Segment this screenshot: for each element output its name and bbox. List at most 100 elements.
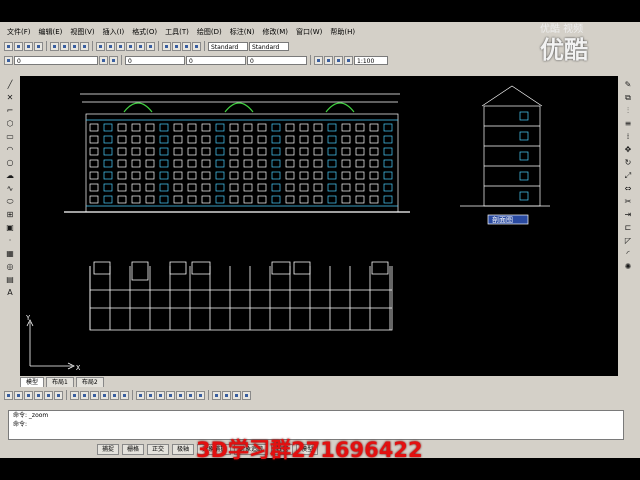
erase-icon[interactable]: ✎ [623, 80, 633, 90]
layer-off-icon[interactable] [176, 390, 185, 400]
aligned-dim-icon[interactable] [14, 390, 23, 400]
command-prompt-line[interactable]: 命令: [9, 420, 623, 429]
spline-icon[interactable]: ∿ [5, 184, 15, 194]
diameter-dim-icon[interactable] [44, 390, 53, 400]
grid-toggle[interactable]: 栅格 [122, 443, 145, 455]
rotate-icon[interactable]: ↻ [623, 158, 633, 168]
linear-dim-icon[interactable] [4, 390, 13, 400]
paste-icon[interactable] [70, 41, 79, 51]
break-icon[interactable]: ⊏ [623, 223, 633, 233]
menu-insert[interactable]: 插入(I) [100, 27, 128, 37]
print-icon[interactable] [34, 41, 43, 51]
ucs-icon[interactable] [314, 55, 323, 65]
move-icon[interactable]: ✥ [623, 145, 633, 155]
chamfer-icon[interactable]: ◸ [623, 236, 633, 246]
mtext-icon[interactable]: A [5, 288, 15, 298]
line-icon[interactable]: ╱ [5, 80, 15, 90]
layer-combo[interactable]: 0 [14, 55, 98, 65]
menu-view[interactable]: 视图(V) [67, 27, 97, 37]
mirror-icon[interactable]: ⫶ [623, 106, 633, 116]
menu-window[interactable]: 窗口(W) [293, 27, 325, 37]
menu-dimension[interactable]: 标注(N) [227, 27, 258, 37]
polygon-icon[interactable]: ⬡ [5, 119, 15, 129]
copy-object-icon[interactable]: ⧉ [623, 93, 633, 103]
make-current-layer-icon[interactable] [99, 55, 108, 65]
copy-icon[interactable] [60, 41, 69, 51]
polyline-icon[interactable]: ⌐ [5, 106, 15, 116]
pan-icon[interactable] [116, 41, 125, 51]
dim-update-icon[interactable] [156, 390, 165, 400]
center-mark-icon[interactable] [120, 390, 129, 400]
hatch-edit-icon[interactable] [166, 390, 175, 400]
quick-dim-icon[interactable] [70, 390, 79, 400]
zoom-window-icon[interactable] [136, 41, 145, 51]
ucs-world-icon[interactable] [324, 55, 333, 65]
fillet-icon[interactable]: ◜ [623, 249, 633, 259]
menu-edit[interactable]: 编辑(E) [36, 27, 66, 37]
stretch-icon[interactable]: ⇔ [623, 184, 633, 194]
view-front-icon[interactable] [344, 55, 353, 65]
layer-previous-icon[interactable] [109, 55, 118, 65]
match-properties-icon[interactable] [80, 41, 89, 51]
tab-layout1[interactable]: 布局1 [46, 377, 74, 387]
zoom-realtime-icon[interactable] [126, 41, 135, 51]
area-icon[interactable] [222, 390, 231, 400]
redo-icon[interactable] [106, 41, 115, 51]
insert-block-icon[interactable]: ⊞ [5, 210, 15, 220]
region-icon[interactable]: ◎ [5, 262, 15, 272]
continue-dim-icon[interactable] [90, 390, 99, 400]
text-style-combo[interactable]: Standard [208, 41, 248, 51]
circle-icon[interactable]: ○ [5, 158, 15, 168]
dim-text-edit-icon[interactable] [146, 390, 155, 400]
menu-modify[interactable]: 修改(M) [259, 27, 291, 37]
tolerance-icon[interactable] [110, 390, 119, 400]
tab-model[interactable]: 模型 [20, 377, 45, 387]
radius-dim-icon[interactable] [34, 390, 43, 400]
trim-icon[interactable]: ✂ [623, 197, 633, 207]
menu-draw[interactable]: 绘图(D) [194, 27, 225, 37]
zoom-previous-icon[interactable] [146, 41, 155, 51]
revision-cloud-icon[interactable]: ☁ [5, 171, 15, 181]
save-icon[interactable] [24, 41, 33, 51]
rectangle-icon[interactable]: ▭ [5, 132, 15, 142]
cut-icon[interactable] [50, 41, 59, 51]
distance-icon[interactable] [212, 390, 221, 400]
view-top-icon[interactable] [334, 55, 343, 65]
layer-lock-icon[interactable] [196, 390, 205, 400]
make-block-icon[interactable]: ▣ [5, 223, 15, 233]
drawing-canvas[interactable]: 剖面图 Y X [20, 76, 618, 376]
ellipse-icon[interactable]: ⬭ [5, 197, 15, 207]
layer-manager-icon[interactable] [4, 55, 13, 65]
id-point-icon[interactable] [242, 390, 251, 400]
hatch-icon[interactable]: ▦ [5, 249, 15, 259]
construction-line-icon[interactable]: ✕ [5, 93, 15, 103]
array-icon[interactable]: ⁞ [623, 132, 633, 142]
dim-edit-icon[interactable] [136, 390, 145, 400]
help-icon[interactable] [192, 41, 201, 51]
ordinate-dim-icon[interactable] [24, 390, 33, 400]
dim-style-combo[interactable]: Standard [249, 41, 289, 51]
menu-file[interactable]: 文件(F) [4, 27, 34, 37]
angular-dim-icon[interactable] [54, 390, 63, 400]
tool-palette-icon[interactable] [182, 41, 191, 51]
arc-icon[interactable]: ◠ [5, 145, 15, 155]
layer-freeze-icon[interactable] [186, 390, 195, 400]
linetype-combo[interactable]: 0 [186, 55, 246, 65]
explode-icon[interactable]: ✺ [623, 262, 633, 272]
color-combo[interactable]: 0 [125, 55, 185, 65]
menu-help[interactable]: 帮助(H) [327, 27, 358, 37]
menu-tools[interactable]: 工具(T) [162, 27, 192, 37]
scale-icon[interactable]: ⤢ [623, 171, 633, 181]
undo-icon[interactable] [96, 41, 105, 51]
offset-icon[interactable]: ≡ [623, 119, 633, 129]
scale-combo[interactable]: 1:100 [354, 55, 388, 65]
design-center-icon[interactable] [172, 41, 181, 51]
table-icon[interactable]: ▤ [5, 275, 15, 285]
baseline-dim-icon[interactable] [80, 390, 89, 400]
leader-icon[interactable] [100, 390, 109, 400]
lineweight-combo[interactable]: 0 [247, 55, 307, 65]
polar-toggle[interactable]: 极轴 [172, 443, 195, 455]
extend-icon[interactable]: ⇥ [623, 210, 633, 220]
point-icon[interactable]: · [5, 236, 15, 246]
list-icon[interactable] [232, 390, 241, 400]
